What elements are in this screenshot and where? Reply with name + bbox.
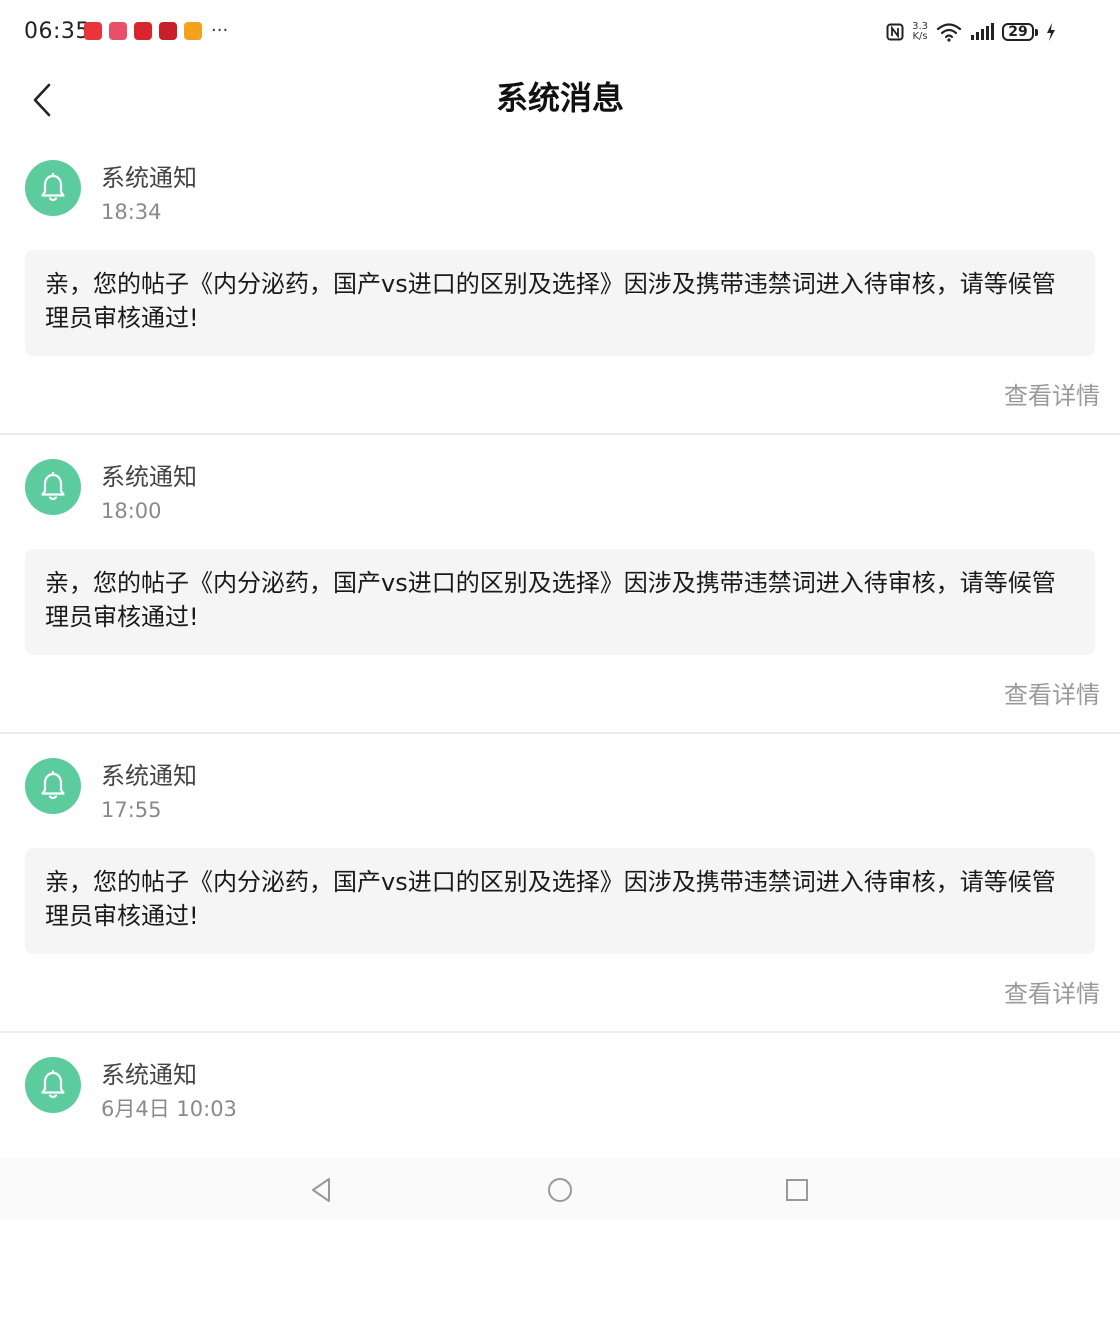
bell-icon xyxy=(41,472,65,501)
app-notification-icon xyxy=(159,22,177,40)
message-body[interactable]: 亲，您的帖子《内分泌药，国产vs进口的区别及选择》因涉及携带违禁词进入待审核，请… xyxy=(25,848,1095,954)
more-notifications-icon: ··· xyxy=(211,20,229,41)
bell-icon xyxy=(41,1070,65,1099)
back-triangle-icon xyxy=(312,1178,330,1202)
message-time: 17:55 xyxy=(101,798,162,822)
nav-back-button[interactable] xyxy=(303,1172,339,1208)
sender-name: 系统通知 xyxy=(101,164,197,192)
app-notification-icon xyxy=(184,22,202,40)
battery-icon: 29 xyxy=(1002,23,1038,41)
message-body[interactable]: 亲，您的帖子《内分泌药，国产vs进口的区别及选择》因涉及携带违禁词进入待审核，请… xyxy=(25,549,1095,655)
page-title: 系统消息 xyxy=(495,79,624,117)
message-time: 18:00 xyxy=(101,499,162,523)
message-item: 系统通知 18:00 亲，您的帖子《内分泌药，国产vs进口的区别及选择》因涉及携… xyxy=(0,435,1120,734)
app-notification-icon xyxy=(109,22,127,40)
wifi-icon xyxy=(936,23,962,42)
notification-icons: ··· xyxy=(84,22,228,40)
message-time: 6月4日 10:03 xyxy=(101,1097,237,1121)
status-bar: 06:35 ··· 3.3 K/s 29 xyxy=(0,0,1120,64)
app-notification-icon xyxy=(84,22,102,40)
nav-home-button[interactable] xyxy=(542,1172,578,1208)
system-avatar xyxy=(25,1057,81,1113)
message-time: 18:34 xyxy=(101,200,162,224)
message-item: 系统通知 18:34 亲，您的帖子《内分泌药，国产vs进口的区别及选择》因涉及携… xyxy=(0,136,1120,435)
sender-name: 系统通知 xyxy=(101,463,197,491)
message-item: 系统通知 17:55 亲，您的帖子《内分泌药，国产vs进口的区别及选择》因涉及携… xyxy=(0,734,1120,1033)
signal-icon xyxy=(971,23,994,40)
app-notification-icon xyxy=(134,22,152,40)
home-circle-icon xyxy=(548,1178,572,1202)
view-details-link[interactable]: 查看详情 xyxy=(1004,380,1100,412)
view-details-link[interactable]: 查看详情 xyxy=(1004,978,1100,1010)
system-avatar xyxy=(25,459,81,515)
nav-recents-button[interactable] xyxy=(779,1172,815,1208)
message-list: 系统通知 18:34 亲，您的帖子《内分泌药，国产vs进口的区别及选择》因涉及携… xyxy=(0,136,1120,1332)
recents-square-icon xyxy=(786,1179,808,1201)
status-time: 06:35 xyxy=(24,19,90,44)
nfc-icon xyxy=(886,23,904,41)
system-icons: 3.3 K/s 29 xyxy=(886,18,1056,46)
battery-level: 29 xyxy=(1002,23,1034,41)
system-avatar xyxy=(25,758,81,814)
charging-icon xyxy=(1047,23,1055,41)
system-avatar xyxy=(25,160,81,216)
header: 系统消息 xyxy=(0,64,1120,136)
sender-name: 系统通知 xyxy=(101,762,197,790)
net-speed: 3.3 K/s xyxy=(912,22,928,42)
bell-icon xyxy=(41,771,65,800)
sender-name: 系统通知 xyxy=(101,1061,197,1089)
bottom-navigation-bar xyxy=(0,1158,1120,1220)
message-body[interactable]: 亲，您的帖子《内分泌药，国产vs进口的区别及选择》因涉及携带违禁词进入待审核，请… xyxy=(25,250,1095,356)
battery-tip xyxy=(1035,28,1038,36)
net-speed-unit: K/s xyxy=(912,31,928,42)
bell-icon xyxy=(41,173,65,202)
view-details-link[interactable]: 查看详情 xyxy=(1004,679,1100,711)
